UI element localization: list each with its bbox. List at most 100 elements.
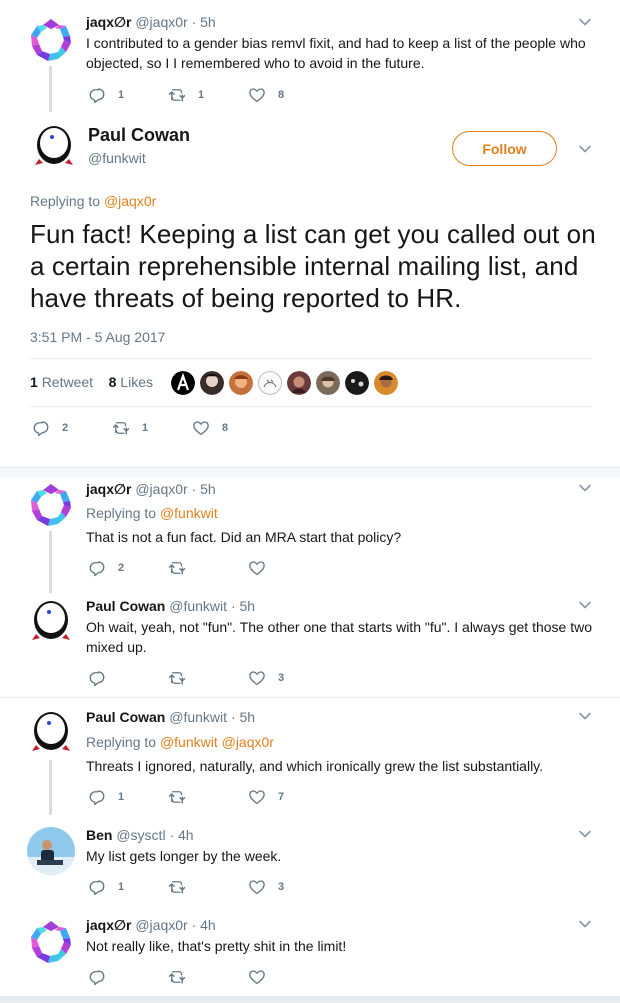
replying-prefix: Replying to [30, 193, 101, 209]
tweet-actions [88, 968, 388, 986]
replying-to-link[interactable]: @funkwit @jaqx0r [160, 734, 274, 750]
user-handle[interactable]: @jaqx0r [135, 917, 187, 933]
tweet-header: Ben @sysctl · 4h [86, 827, 194, 843]
tweet-actions: 1 7 [88, 788, 388, 806]
like-count: 8 [222, 422, 229, 434]
tweet-actions: 2 1 8 [32, 419, 332, 437]
chevron-down-icon[interactable] [578, 481, 592, 495]
tweet-stats: 1 Retweet 8 Likes [30, 374, 153, 390]
reply-button[interactable]: 2 [32, 419, 68, 437]
display-name[interactable]: jaqx∅r [86, 481, 131, 497]
like-button[interactable] [248, 968, 278, 986]
tweet-actions: 2 [88, 559, 388, 577]
replying-to-link[interactable]: @jaqx0r [104, 193, 156, 209]
avatar[interactable] [30, 123, 78, 171]
retweet-button[interactable] [168, 559, 198, 577]
display-name[interactable]: Paul Cowan [86, 598, 165, 614]
liker-avatar[interactable] [171, 371, 195, 395]
like-icon [248, 788, 266, 806]
reply-button[interactable] [88, 669, 118, 687]
retweet-button[interactable] [168, 788, 198, 806]
chevron-down-icon[interactable] [578, 598, 592, 612]
user-handle[interactable]: @sysctl [116, 827, 165, 843]
tweet-header: jaqx∅r @jaqx0r · 5h [86, 481, 216, 498]
liker-avatar[interactable] [374, 371, 398, 395]
follow-button[interactable]: Follow [452, 131, 557, 166]
reply-tweet[interactable]: jaqx∅r @jaqx0r · 5h Replying to @funkwit… [0, 477, 620, 593]
like-icon [248, 878, 266, 896]
timestamp[interactable]: · 5h [231, 709, 255, 725]
tweet-text: That is not a fun fact. Did an MRA start… [86, 529, 402, 545]
reply-tweet[interactable]: Ben @sysctl · 4h My list gets longer by … [0, 815, 620, 910]
display-name[interactable]: Ben [86, 827, 112, 843]
timestamp[interactable]: · 5h [231, 598, 255, 614]
liker-avatar[interactable] [258, 371, 282, 395]
reply-tweet[interactable]: Paul Cowan @funkwit · 5h Oh wait, yeah, … [0, 593, 620, 697]
display-name[interactable]: Paul Cowan [86, 709, 165, 725]
like-icon [248, 968, 266, 986]
reply-count: 1 [118, 881, 125, 893]
like-count: 7 [278, 791, 285, 803]
retweet-button[interactable]: 1 [112, 419, 148, 437]
reply-count: 2 [62, 422, 69, 434]
replying-to: Replying to @jaqx0r [30, 193, 156, 209]
reply-tweet[interactable]: jaqx∅r @jaqx0r · 4h Not really like, tha… [0, 910, 620, 996]
liker-avatar[interactable] [200, 371, 224, 395]
like-count: 3 [278, 881, 285, 893]
retweet-icon [168, 968, 186, 986]
like-icon [248, 559, 266, 577]
avatar[interactable] [27, 827, 75, 875]
tweet-text: Oh wait, yeah, not "fun". The other one … [86, 619, 592, 655]
user-handle[interactable]: @funkwit [169, 709, 227, 725]
like-icon [192, 419, 210, 437]
chevron-down-icon[interactable] [578, 142, 592, 156]
user-handle[interactable]: @jaqx0r [135, 481, 187, 497]
liker-avatar[interactable] [229, 371, 253, 395]
chevron-down-icon[interactable] [578, 709, 592, 723]
like-button[interactable]: 3 [248, 669, 284, 687]
reply-button[interactable]: 1 [88, 788, 124, 806]
reply-button[interactable] [88, 968, 118, 986]
timestamp[interactable]: · 4h [192, 917, 216, 933]
liker-avatar[interactable] [345, 371, 369, 395]
thread-line [49, 531, 52, 593]
replying-to: Replying to @funkwit [86, 505, 218, 521]
user-handle[interactable]: @funkwit [169, 598, 227, 614]
avatar[interactable] [27, 918, 75, 966]
like-stat[interactable]: 8 Likes [109, 374, 153, 390]
like-count: 3 [278, 672, 285, 684]
reply-button[interactable]: 1 [88, 878, 124, 896]
user-handle[interactable]: @funkwit [88, 150, 146, 166]
reply-icon [32, 419, 50, 437]
retweet-stat[interactable]: 1 Retweet [30, 374, 93, 390]
display-name[interactable]: Paul Cowan [88, 125, 190, 146]
replying-to-link[interactable]: @funkwit [160, 505, 218, 521]
divider [0, 468, 620, 477]
timestamp[interactable]: · 5h [192, 481, 216, 497]
timestamp[interactable]: · 4h [169, 827, 193, 843]
tweet-timestamp[interactable]: 3:51 PM - 5 Aug 2017 [30, 329, 165, 345]
like-button[interactable]: 8 [192, 419, 228, 437]
chevron-down-icon[interactable] [578, 917, 592, 931]
tweet-text: Fun fact! Keeping a list can get you cal… [30, 219, 596, 313]
tweet-header: jaqx∅r @jaqx0r · 4h [86, 917, 216, 934]
like-button[interactable]: 3 [248, 878, 284, 896]
chevron-down-icon[interactable] [578, 827, 592, 841]
avatar[interactable] [27, 598, 75, 646]
liker-avatar[interactable] [287, 371, 311, 395]
reply-button[interactable]: 2 [88, 559, 124, 577]
liker-avatar[interactable] [316, 371, 340, 395]
retweet-button[interactable] [168, 968, 198, 986]
retweet-button[interactable] [168, 878, 198, 896]
display-name[interactable]: jaqx∅r [86, 917, 131, 933]
retweet-button[interactable] [168, 669, 198, 687]
divider [30, 358, 591, 359]
reply-tweet[interactable]: Paul Cowan @funkwit · 5h Replying to @fu… [0, 698, 620, 815]
avatar[interactable] [27, 709, 75, 757]
like-button[interactable] [248, 559, 278, 577]
avatar[interactable] [27, 481, 75, 529]
like-button[interactable]: 7 [248, 788, 284, 806]
tweet-text: Threats I ignored, naturally, and which … [86, 758, 544, 774]
replying-to: Replying to @funkwit @jaqx0r [86, 734, 274, 750]
retweet-count: 1 [142, 422, 149, 434]
